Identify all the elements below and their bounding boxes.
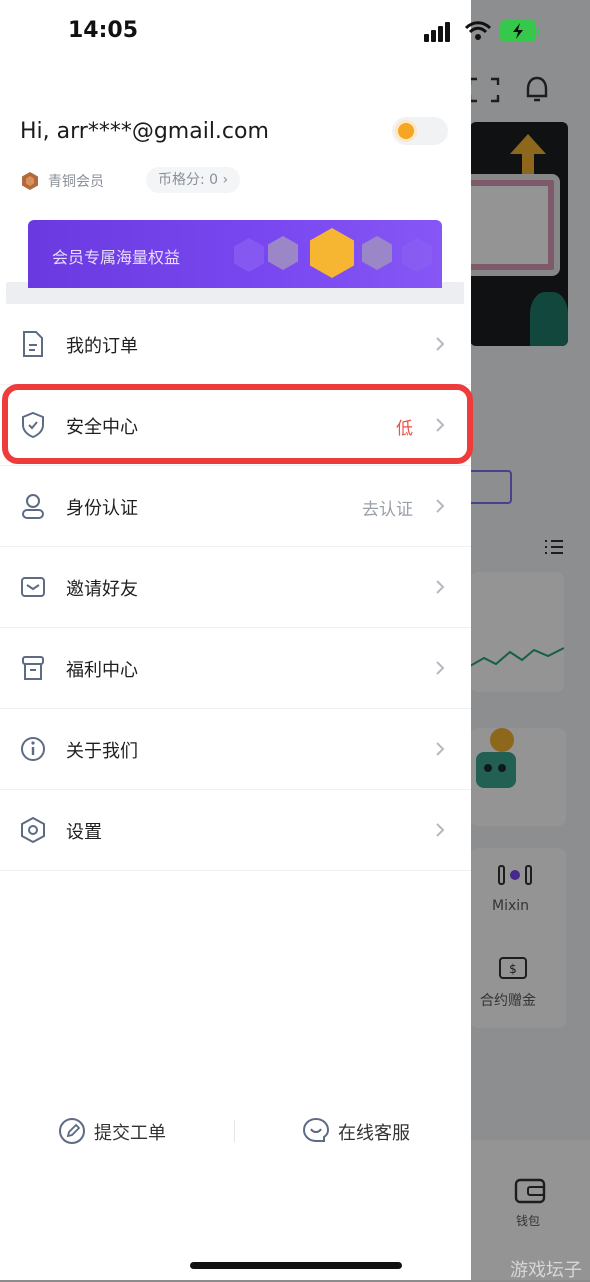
menu-item-label: 关于我们 — [66, 741, 138, 762]
menu-item-settings[interactable]: 设置 — [0, 790, 471, 871]
status-bar: 14:05 — [0, 0, 590, 64]
score-chip[interactable]: 币格分: 0 › — [146, 167, 241, 193]
bronze-badge-icon — [22, 172, 38, 190]
badge-hex-icon — [362, 236, 392, 270]
chevron-right-icon — [436, 661, 445, 675]
chevron-right-icon — [436, 742, 445, 756]
signal-icon — [424, 22, 454, 42]
submit-ticket-label: 提交工单 — [94, 1123, 166, 1144]
menu-item-label: 身份认证 — [66, 498, 138, 519]
badge-hex-icon — [268, 236, 298, 270]
user-greeting: Hi, arr****@gmail.com — [20, 119, 269, 144]
drawer-footer: 提交工单 在线客服 — [0, 1106, 471, 1156]
chevron-right-icon — [436, 823, 445, 837]
gift-icon — [22, 656, 44, 680]
menu-item-about[interactable]: 关于我们 — [0, 709, 471, 790]
menu-item-rewards[interactable]: 福利中心 — [0, 628, 471, 709]
sun-icon — [398, 123, 414, 139]
wifi-icon — [464, 21, 492, 40]
menu-item-label: 福利中心 — [66, 660, 138, 681]
vip-benefits-banner[interactable]: 会员专属海量权益 — [28, 220, 442, 288]
chevron-right-icon — [436, 337, 445, 351]
security-highlight-box — [2, 384, 473, 464]
envelope-icon — [21, 577, 45, 597]
online-support-button[interactable]: 在线客服 — [302, 1116, 410, 1146]
info-icon — [21, 737, 45, 761]
menu-item-label: 我的订单 — [66, 336, 138, 357]
menu-item-orders[interactable]: 我的订单 — [0, 304, 471, 385]
settings-icon — [21, 816, 45, 844]
chevron-right-icon — [436, 499, 445, 513]
document-icon — [23, 331, 43, 357]
chevron-right-icon — [436, 580, 445, 594]
footer-divider — [234, 1120, 235, 1142]
watermark-text: 游戏坛子 — [510, 1260, 582, 1281]
status-time: 14:05 — [68, 18, 139, 43]
menu-item-invite[interactable]: 邀请好友 — [0, 547, 471, 628]
online-support-label: 在线客服 — [338, 1123, 410, 1144]
menu-item-label: 邀请好友 — [66, 579, 138, 600]
battery-icon — [500, 20, 540, 42]
menu-item-label: 设置 — [66, 822, 102, 843]
home-indicator — [190, 1262, 402, 1269]
gold-badge-icon — [310, 228, 354, 278]
chat-icon — [302, 1117, 330, 1142]
side-drawer: Hi, arr****@gmail.com 青铜会员 币格分: 0 › 会员专属… — [0, 0, 471, 1280]
vip-banner-text: 会员专属海量权益 — [52, 248, 181, 267]
submit-ticket-button[interactable]: 提交工单 — [58, 1116, 166, 1146]
badge-hex-icon — [234, 238, 264, 272]
verify-status-value: 去认证 — [362, 500, 413, 520]
edit-icon — [59, 1118, 85, 1144]
member-level-label: 青铜会员 — [48, 174, 104, 190]
badge-hex-icon — [402, 238, 432, 272]
theme-toggle[interactable] — [392, 117, 448, 145]
menu-item-identity[interactable]: 身份认证 去认证 — [0, 466, 471, 547]
user-icon — [22, 494, 44, 519]
